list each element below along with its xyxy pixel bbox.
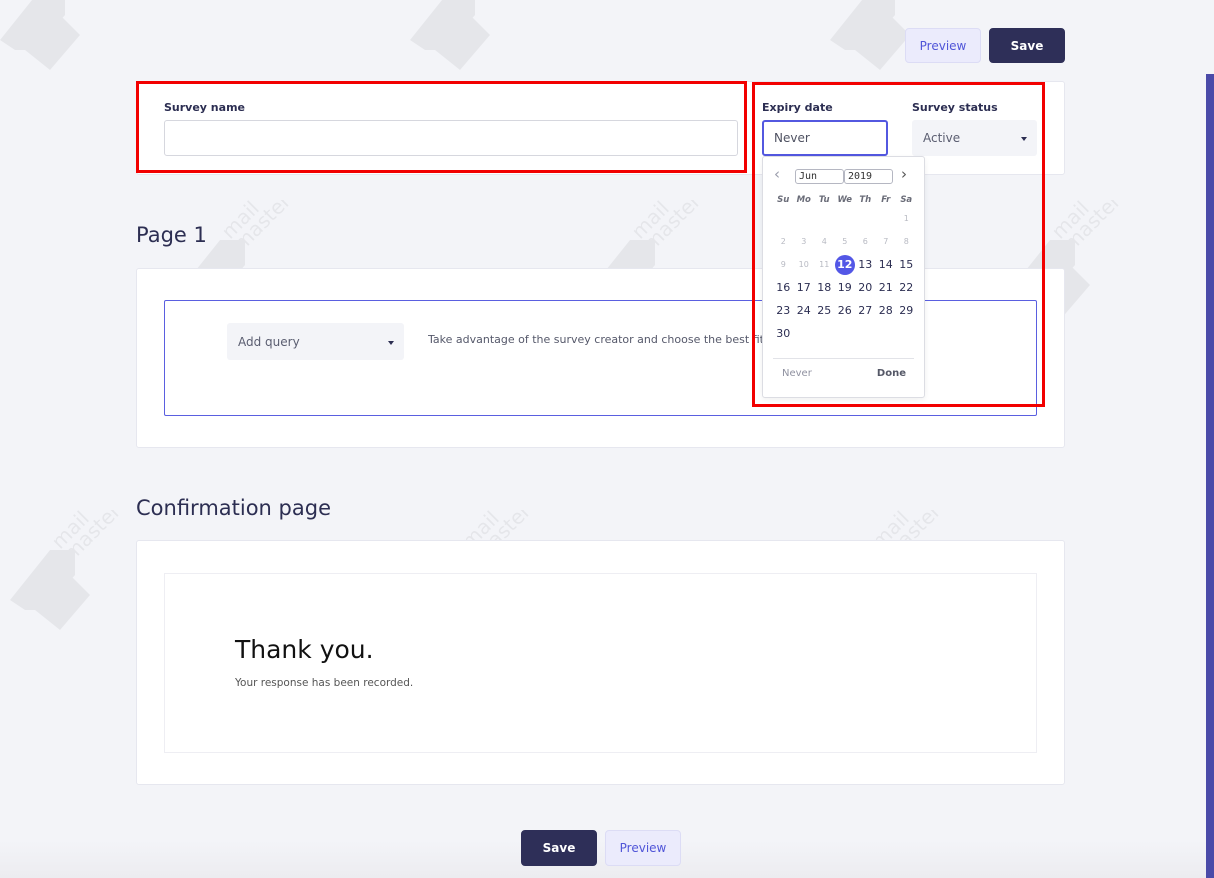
- calendar-grid: Su Mo Tu We Th Fr Sa 1 2 3 4 5 6 7 8 9 10 11 12 13 14 15 16 17…: [773, 193, 925, 345]
- calendar-week: 23 24 25 26 27 28 29: [773, 299, 925, 322]
- calendar-day[interactable]: 14: [876, 255, 897, 275]
- expiry-datepicker: ‹ Jun 2019 › Su Mo Tu We Th Fr Sa 1 2 3 4 5 6 7 8 9 10 1…: [762, 156, 925, 398]
- calendar-day[interactable]: 17: [794, 278, 815, 298]
- confirmation-page-title: Confirmation page: [136, 496, 331, 520]
- calendar-day-disabled: 1: [903, 213, 909, 223]
- calendar-day[interactable]: 25: [814, 301, 835, 321]
- calendar-day[interactable]: 26: [835, 301, 856, 321]
- weekday-label: Fr: [881, 195, 891, 205]
- calendar-day-disabled: 7: [883, 236, 889, 246]
- empty-day: [794, 324, 815, 344]
- calendar-day-disabled: 4: [821, 236, 827, 246]
- calendar-day[interactable]: 22: [896, 278, 917, 298]
- watermark-logo-icon: [0, 0, 110, 70]
- calendar-week: 30: [773, 322, 925, 345]
- empty-day: [814, 209, 835, 229]
- empty-day: [814, 324, 835, 344]
- calendar-day[interactable]: 18: [814, 278, 835, 298]
- chevron-right-icon[interactable]: ›: [901, 167, 907, 182]
- right-scroll-rail: [1206, 74, 1214, 878]
- survey-name-input[interactable]: [164, 120, 738, 156]
- empty-day: [876, 209, 897, 229]
- calendar-day[interactable]: 24: [794, 301, 815, 321]
- chevron-down-icon: [1021, 137, 1027, 141]
- query-hint-text: Take advantage of the survey creator and…: [428, 333, 762, 346]
- calendar-day[interactable]: 29: [896, 301, 917, 321]
- expiry-date-input[interactable]: Never: [762, 120, 888, 156]
- calendar-day[interactable]: 20: [855, 278, 876, 298]
- weekday-label: Sa: [900, 195, 913, 205]
- calendar-day-disabled: 6: [862, 236, 868, 246]
- empty-day: [835, 209, 856, 229]
- weekday-label: Mo: [796, 195, 811, 205]
- month-select[interactable]: Jun: [795, 169, 844, 184]
- calendar-week: 1: [773, 207, 925, 230]
- calendar-day-disabled: 3: [801, 236, 807, 246]
- weekday-label: Th: [859, 195, 872, 205]
- weekday-label: Tu: [818, 195, 830, 205]
- calendar-day-disabled: 8: [903, 236, 909, 246]
- calendar-day[interactable]: 15: [896, 255, 917, 275]
- calendar-day[interactable]: 13: [855, 255, 876, 275]
- confirmation-message: Your response has been recorded.: [235, 677, 414, 689]
- calendar-week: 16 17 18 19 20 21 22: [773, 276, 925, 299]
- calendar-day-disabled: 2: [780, 236, 786, 246]
- calendar-day-selected[interactable]: 12: [834, 254, 855, 275]
- calendar-week: 2 3 4 5 6 7 8: [773, 230, 925, 253]
- calendar-week: 9 10 11 12 13 14 15: [773, 253, 925, 276]
- calendar-day-disabled: 10: [798, 259, 809, 269]
- never-button[interactable]: Never: [782, 368, 812, 379]
- survey-status-value: Active: [923, 131, 961, 145]
- calendar-day[interactable]: 21: [876, 278, 897, 298]
- survey-status-select[interactable]: Active: [912, 120, 1037, 156]
- survey-name-label: Survey name: [164, 101, 245, 114]
- add-query-label: Add query: [238, 334, 300, 349]
- empty-day: [855, 324, 876, 344]
- save-button-top[interactable]: Save: [989, 28, 1065, 63]
- weekday-label: We: [837, 195, 853, 205]
- save-button-bottom[interactable]: Save: [521, 830, 597, 866]
- empty-day: [896, 324, 917, 344]
- thank-you-heading: Thank you.: [235, 635, 374, 664]
- empty-day: [835, 324, 856, 344]
- calendar-day[interactable]: 27: [855, 301, 876, 321]
- calendar-day[interactable]: 30: [773, 324, 794, 344]
- empty-day: [876, 324, 897, 344]
- watermark-logo-icon: [10, 510, 120, 630]
- empty-day: [794, 209, 815, 229]
- chevron-down-icon: [388, 340, 394, 345]
- done-button[interactable]: Done: [877, 368, 906, 379]
- expiry-date-label: Expiry date: [762, 101, 833, 114]
- year-select[interactable]: 2019: [844, 169, 893, 184]
- chevron-left-icon[interactable]: ‹: [774, 167, 780, 182]
- expiry-date-value: Never: [774, 131, 810, 145]
- page-1-title: Page 1: [136, 223, 207, 247]
- calendar-day[interactable]: 23: [773, 301, 794, 321]
- watermark-logo-icon: [410, 0, 520, 70]
- empty-day: [855, 209, 876, 229]
- datepicker-divider: [773, 358, 914, 359]
- bottom-fade: [0, 840, 1206, 878]
- empty-day: [773, 209, 794, 229]
- preview-button-top[interactable]: Preview: [905, 28, 981, 63]
- survey-status-label: Survey status: [912, 101, 998, 114]
- calendar-day[interactable]: 28: [876, 301, 897, 321]
- add-query-select[interactable]: Add query: [227, 323, 404, 360]
- weekday-label: Su: [777, 195, 790, 205]
- calendar-day-disabled: 5: [842, 236, 848, 246]
- calendar-day-disabled: 11: [819, 259, 830, 269]
- weekday-header: Su Mo Tu We Th Fr Sa: [773, 193, 925, 207]
- calendar-day-disabled: 9: [780, 259, 786, 269]
- calendar-day[interactable]: 16: [773, 278, 794, 298]
- preview-button-bottom[interactable]: Preview: [605, 830, 681, 866]
- calendar-day[interactable]: 19: [835, 278, 856, 298]
